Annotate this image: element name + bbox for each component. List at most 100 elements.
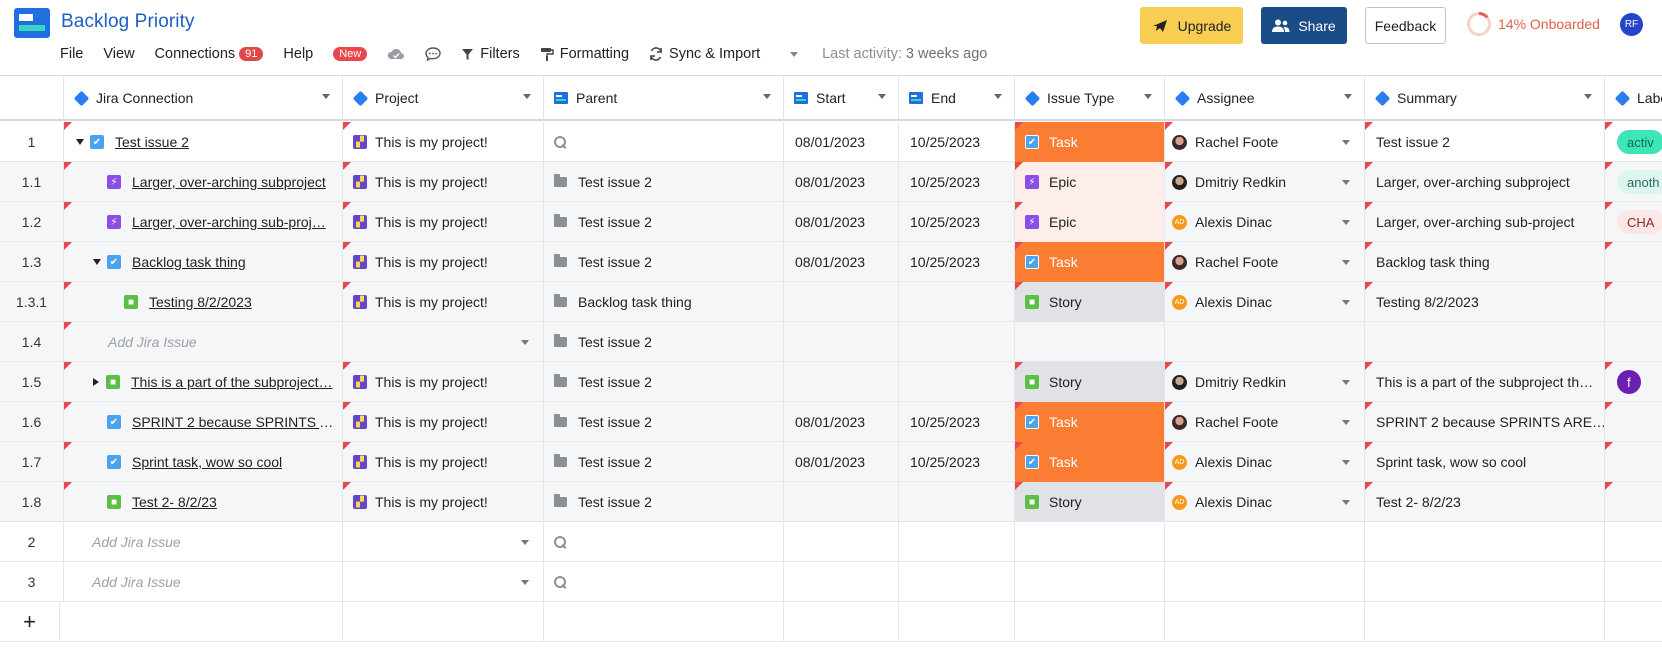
cell-project[interactable]: ▞ This is my project! xyxy=(343,242,544,282)
feedback-button[interactable]: Feedback xyxy=(1365,7,1446,44)
column-header-labels[interactable]: Labe xyxy=(1605,77,1662,121)
cell-assignee[interactable]: AD Alexis Dinac xyxy=(1165,202,1365,242)
sheet-title[interactable]: Backlog Priority xyxy=(61,11,195,33)
chevron-down-icon[interactable] xyxy=(1144,94,1152,99)
cell-assignee[interactable]: AD Alexis Dinac xyxy=(1165,442,1365,482)
cell-end[interactable]: 10/25/2023 xyxy=(899,442,1015,482)
cell-parent[interactable] xyxy=(544,522,784,562)
cell-project[interactable]: ▞ This is my project! xyxy=(343,202,544,242)
new-badge[interactable]: New xyxy=(333,47,368,61)
cell-name[interactable]: Add Jira Issue xyxy=(64,522,343,562)
chevron-down-icon[interactable] xyxy=(521,580,529,585)
comments-icon[interactable] xyxy=(425,47,441,61)
chevron-down-icon[interactable] xyxy=(878,94,886,99)
cell-summary[interactable]: Testing 8/2/2023 xyxy=(1365,282,1605,322)
cell-end[interactable] xyxy=(899,362,1015,402)
cell-assignee[interactable]: Rachel Foote xyxy=(1165,242,1365,282)
chevron-down-icon[interactable] xyxy=(1584,94,1592,99)
caret-down-icon[interactable] xyxy=(76,139,84,145)
cell-end[interactable] xyxy=(899,322,1015,362)
cell-assignee[interactable]: Dmitriy Redkin xyxy=(1165,162,1365,202)
chevron-down-icon[interactable] xyxy=(1342,420,1350,425)
search-icon[interactable] xyxy=(554,136,566,148)
cell-start[interactable]: 08/01/2023 xyxy=(784,162,899,202)
cell-label[interactable] xyxy=(1605,242,1662,282)
chevron-down-icon[interactable] xyxy=(322,94,330,99)
cell-label[interactable] xyxy=(1605,562,1662,602)
cell-project[interactable]: ▞ This is my project! xyxy=(343,362,544,402)
cell-name[interactable]: ■ Test 2- 8/2/23 xyxy=(64,482,343,522)
column-header-assignee[interactable]: Assignee xyxy=(1165,77,1365,121)
menu-view[interactable]: View xyxy=(103,46,134,62)
upgrade-button[interactable]: Upgrade xyxy=(1140,7,1243,44)
cell-parent[interactable]: Test issue 2 xyxy=(544,402,784,442)
cell-end[interactable]: 10/25/2023 xyxy=(899,162,1015,202)
chevron-down-icon[interactable] xyxy=(1342,220,1350,225)
menu-help[interactable]: Help xyxy=(283,46,313,62)
cell-end[interactable] xyxy=(899,482,1015,522)
cell-issue-type[interactable]: ✔ Task xyxy=(1015,122,1165,162)
cell-project[interactable]: ▞ This is my project! xyxy=(343,442,544,482)
column-header-jira-connection[interactable]: Jira Connection xyxy=(64,77,343,121)
cell-summary[interactable] xyxy=(1365,522,1605,562)
menu-file[interactable]: File xyxy=(60,46,83,62)
filters-button[interactable]: Filters xyxy=(461,46,520,62)
column-header-summary[interactable]: Summary xyxy=(1365,77,1605,121)
cell-start[interactable]: 08/01/2023 xyxy=(784,242,899,282)
search-icon[interactable] xyxy=(554,536,566,548)
cell-end[interactable]: 10/25/2023 xyxy=(899,402,1015,442)
cell-label[interactable] xyxy=(1605,522,1662,562)
chevron-down-icon[interactable] xyxy=(521,340,529,345)
cell-project[interactable]: ▞ This is my project! xyxy=(343,482,544,522)
app-logo-icon[interactable] xyxy=(14,8,50,38)
cell-parent[interactable]: Test issue 2 xyxy=(544,442,784,482)
cell-start[interactable] xyxy=(784,362,899,402)
cell-label[interactable] xyxy=(1605,402,1662,442)
cell-assignee[interactable] xyxy=(1165,322,1365,362)
cell-parent[interactable] xyxy=(544,562,784,602)
cell-project[interactable]: ▞ This is my project! xyxy=(343,162,544,202)
cell-name[interactable]: ✔ Test issue 2 xyxy=(64,122,343,162)
search-icon[interactable] xyxy=(554,576,566,588)
cell-parent[interactable]: Test issue 2 xyxy=(544,242,784,282)
cell-assignee[interactable]: Rachel Foote xyxy=(1165,402,1365,442)
caret-right-icon[interactable] xyxy=(93,378,99,386)
cell-issue-type[interactable]: ■ Story xyxy=(1015,362,1165,402)
cell-issue-type[interactable]: ■ Story xyxy=(1015,282,1165,322)
cell-start[interactable] xyxy=(784,282,899,322)
cell-summary[interactable]: Larger, over-arching sub-project xyxy=(1365,202,1605,242)
cell-issue-type[interactable]: ✔ Task xyxy=(1015,442,1165,482)
cell-start[interactable]: 08/01/2023 xyxy=(784,402,899,442)
label-pill[interactable]: CHA xyxy=(1617,210,1662,234)
chevron-down-icon[interactable] xyxy=(1342,140,1350,145)
cloud-sync-icon[interactable] xyxy=(387,48,405,60)
cell-assignee[interactable]: AD Alexis Dinac xyxy=(1165,282,1365,322)
cell-parent[interactable] xyxy=(544,122,784,162)
cell-summary[interactable]: Test issue 2 xyxy=(1365,122,1605,162)
cell-assignee[interactable] xyxy=(1165,562,1365,602)
last-activity[interactable]: Last activity: 3 weeks ago xyxy=(822,46,987,62)
cell-end[interactable]: 10/25/2023 xyxy=(899,242,1015,282)
cell-parent[interactable]: Test issue 2 xyxy=(544,322,784,362)
chevron-down-icon[interactable] xyxy=(1344,94,1352,99)
cell-summary[interactable]: Backlog task thing xyxy=(1365,242,1605,282)
cell-end[interactable]: 10/25/2023 xyxy=(899,122,1015,162)
cell-summary[interactable]: This is a part of the subproject th… xyxy=(1365,362,1605,402)
cell-label[interactable] xyxy=(1605,322,1662,362)
cell-assignee[interactable]: AD Alexis Dinac xyxy=(1165,482,1365,522)
cell-name[interactable]: ⚡ Larger, over-arching subproject xyxy=(64,162,343,202)
cell-parent[interactable]: Test issue 2 xyxy=(544,162,784,202)
label-pill[interactable]: activ xyxy=(1617,130,1662,154)
column-header-parent[interactable]: Parent xyxy=(544,77,784,121)
caret-down-icon[interactable] xyxy=(93,259,101,265)
cell-name[interactable]: Add Jira Issue xyxy=(64,322,343,362)
cell-issue-type[interactable] xyxy=(1015,562,1165,602)
menu-connections[interactable]: Connections 91 xyxy=(155,46,264,62)
sync-import-button[interactable]: Sync & Import xyxy=(649,46,760,62)
cell-start[interactable] xyxy=(784,482,899,522)
cell-summary[interactable]: Larger, over-arching subproject xyxy=(1365,162,1605,202)
cell-name[interactable]: ⚡ Larger, over-arching sub-proj… xyxy=(64,202,343,242)
onboarding-progress[interactable]: 14% Onboarded xyxy=(1466,11,1600,37)
cell-end[interactable]: 10/25/2023 xyxy=(899,202,1015,242)
cell-start[interactable] xyxy=(784,322,899,362)
